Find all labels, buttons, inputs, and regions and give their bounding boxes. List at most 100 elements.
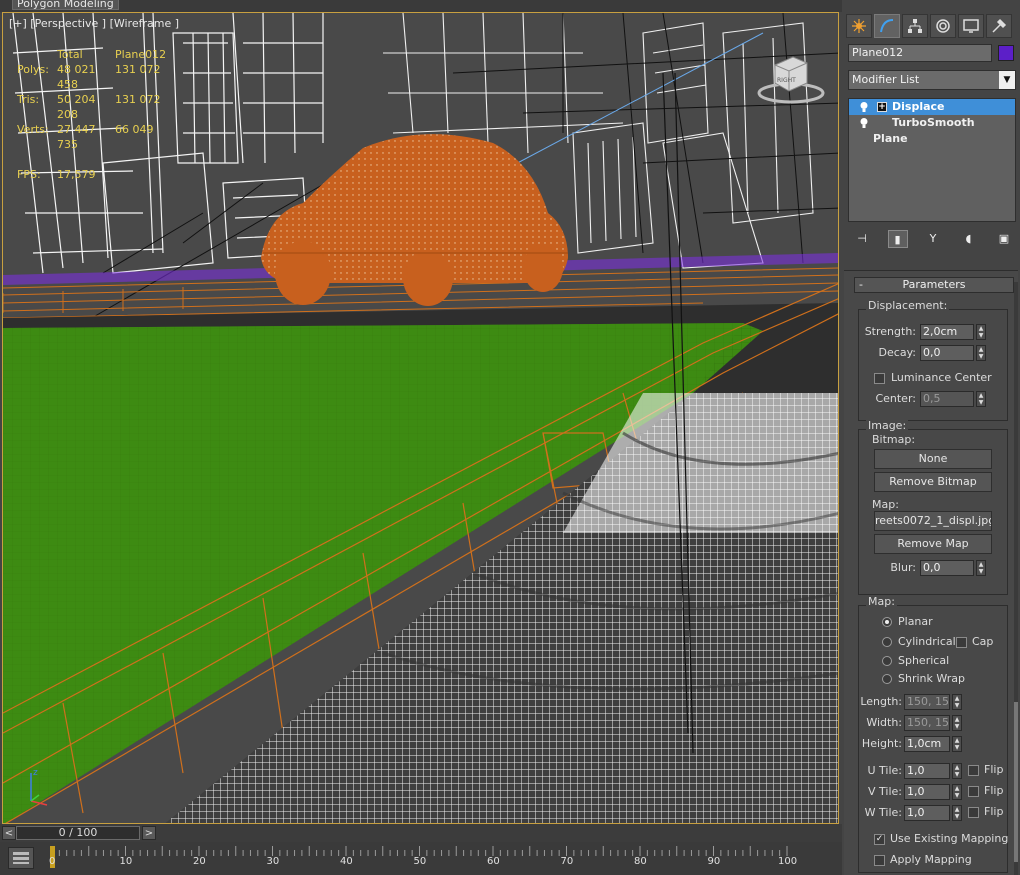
shrink-wrap-radio[interactable] xyxy=(882,674,892,684)
blur-spinner-field[interactable]: 0,0 xyxy=(920,560,974,576)
map-texture-button[interactable]: reets0072_1_displ.jpg) xyxy=(874,511,992,531)
v-flip-checkbox[interactable] xyxy=(968,786,979,797)
center-spinner-field[interactable]: 0,5 xyxy=(920,391,974,407)
w-tile-spinner-arrows[interactable]: ▲ ▼ xyxy=(952,805,962,821)
bitmap-button[interactable]: None xyxy=(874,449,992,469)
make-unique-icon[interactable]: Y xyxy=(923,230,943,248)
v-tile-spinner-arrows[interactable]: ▲ ▼ xyxy=(952,784,962,800)
width-label: Width: xyxy=(866,716,902,729)
hierarchy-tab-icon[interactable] xyxy=(902,14,928,38)
planar-label: Planar xyxy=(898,615,933,628)
stats-tris-total: 50 204 208 xyxy=(57,93,96,121)
svg-text:z: z xyxy=(33,768,38,778)
time-slider[interactable]: < 0 / 100 > xyxy=(0,824,842,842)
spherical-radio[interactable] xyxy=(882,656,892,666)
frame-tick-label: 30 xyxy=(266,856,280,867)
length-spinner-field[interactable]: 150, 15cm xyxy=(904,694,950,710)
displacement-group-label: Displacement: xyxy=(866,299,950,312)
command-panel-tabs xyxy=(846,14,1018,40)
luminance-center-checkbox[interactable] xyxy=(874,373,885,384)
chevron-down-icon[interactable]: ▼ xyxy=(999,71,1015,89)
apply-mapping-checkbox[interactable] xyxy=(874,855,885,866)
command-panel-scrollbar[interactable] xyxy=(1014,282,1018,875)
time-slider-thumb[interactable]: 0 / 100 xyxy=(16,826,140,840)
length-spinner-arrows[interactable]: ▲ ▼ xyxy=(952,694,962,710)
height-spinner-arrows[interactable]: ▲ ▼ xyxy=(952,736,962,752)
modifier-list-dropdown[interactable]: Modifier List ▼ xyxy=(848,70,1016,90)
cap-checkbox[interactable] xyxy=(956,637,967,648)
create-tab-icon[interactable] xyxy=(846,14,872,38)
w-tile-spinner-field[interactable]: 1,0 xyxy=(904,805,950,821)
perspective-viewport[interactable]: [+] [Perspective ] [Wireframe ] Total Pl… xyxy=(2,12,839,824)
stats-polys-total: 48 021 458 xyxy=(57,63,96,91)
show-end-result-icon[interactable]: ▮ xyxy=(887,230,908,248)
expand-plus-icon[interactable]: + xyxy=(877,102,887,112)
height-spinner-field[interactable]: 1,0cm xyxy=(904,736,950,752)
remove-bitmap-button[interactable]: Remove Bitmap xyxy=(874,472,992,492)
track-bar[interactable]: 0 10 20 30 40 50 60 70 80 90 100 xyxy=(0,842,842,875)
w-flip-checkbox[interactable] xyxy=(968,807,979,818)
blur-spinner-arrows[interactable]: ▲ ▼ xyxy=(976,560,986,576)
lightbulb-icon[interactable] xyxy=(859,101,869,113)
statistics-overlay: Total Plane012 Polys: 48 021 458 131 072… xyxy=(17,47,166,182)
decay-spinner-arrows[interactable]: ▲ ▼ xyxy=(976,345,986,361)
stack-item-label: TurboSmooth xyxy=(892,116,975,129)
u-flip-checkbox[interactable] xyxy=(968,765,979,776)
frame-tick-label: 60 xyxy=(487,856,500,867)
pin-stack-icon[interactable]: ⊣ xyxy=(852,230,872,248)
width-spinner-field[interactable]: 150, 15cm xyxy=(904,715,950,731)
stats-polys-selected: 131 072 xyxy=(115,63,161,76)
bitmap-label: Bitmap: xyxy=(872,433,916,446)
command-panel-scroll-thumb[interactable] xyxy=(1014,702,1018,862)
remove-modifier-icon[interactable]: ◖ xyxy=(959,230,979,248)
stack-item-turbosmooth[interactable]: TurboSmooth xyxy=(849,115,1015,131)
cylindrical-label: Cylindrical xyxy=(898,635,956,648)
frame-tick-label: 100 xyxy=(778,856,798,867)
motion-tab-icon[interactable] xyxy=(930,14,956,38)
stats-fps-value: 17,579 xyxy=(57,168,96,181)
use-existing-mapping-checkbox[interactable]: ✓ xyxy=(874,834,885,845)
time-next-button[interactable]: > xyxy=(142,826,156,840)
modifier-stack[interactable]: + Displace TurboSmooth Plane xyxy=(848,98,1016,222)
v-flip-label: Flip xyxy=(984,784,1004,797)
object-color-swatch[interactable] xyxy=(998,45,1014,61)
configure-sets-icon[interactable]: ▣ xyxy=(994,230,1014,248)
stack-item-label: Displace xyxy=(892,100,945,113)
ribbon-tab-polygon-modeling[interactable]: Polygon Modeling xyxy=(12,0,119,10)
decay-spinner-field[interactable]: 0,0 xyxy=(920,345,974,361)
use-existing-mapping-label: Use Existing Mapping xyxy=(890,832,1009,845)
remove-map-button[interactable]: Remove Map xyxy=(874,534,992,554)
utilities-tab-icon[interactable] xyxy=(986,14,1012,38)
frame-tick-label: 40 xyxy=(340,856,353,867)
w-tile-label: W Tile: xyxy=(864,806,902,819)
v-tile-spinner-field[interactable]: 1,0 xyxy=(904,784,950,800)
object-name-field[interactable]: Plane012 xyxy=(848,44,992,62)
u-flip-label: Flip xyxy=(984,763,1004,776)
time-prev-button[interactable]: < xyxy=(2,826,16,840)
modify-tab-icon[interactable] xyxy=(874,14,900,38)
stack-item-plane[interactable]: Plane xyxy=(849,131,1015,147)
cylindrical-radio[interactable] xyxy=(882,637,892,647)
parameters-rollout-header[interactable]: - Parameters xyxy=(854,277,1014,293)
stack-item-displace[interactable]: + Displace xyxy=(849,99,1015,115)
viewcube-icon[interactable]: RIGHT xyxy=(755,49,825,105)
axis-tripod-icon: z xyxy=(30,768,48,806)
display-tab-icon[interactable] xyxy=(958,14,984,38)
stats-header-object: Plane012 xyxy=(115,48,167,61)
planar-radio[interactable] xyxy=(882,617,892,627)
stats-tris-selected: 131 072 xyxy=(115,93,161,106)
u-tile-spinner-arrows[interactable]: ▲ ▼ xyxy=(952,763,962,779)
collapse-icon[interactable]: - xyxy=(859,278,863,292)
u-tile-spinner-field[interactable]: 1,0 xyxy=(904,763,950,779)
shrink-wrap-label: Shrink Wrap xyxy=(898,672,965,685)
center-spinner-arrows[interactable]: ▲ ▼ xyxy=(976,391,986,407)
strength-spinner-arrows[interactable]: ▲ ▼ xyxy=(976,324,986,340)
key-filter-icon[interactable] xyxy=(8,847,34,869)
viewport-label[interactable]: [+] [Perspective ] [Wireframe ] xyxy=(9,17,179,30)
height-label: Height: xyxy=(861,737,902,750)
command-panel: Plane012 Modifier List ▼ + Displace Turb… xyxy=(842,12,1020,875)
width-spinner-arrows[interactable]: ▲ ▼ xyxy=(952,715,962,731)
strength-spinner-field[interactable]: 2,0cm xyxy=(920,324,974,340)
lightbulb-icon[interactable] xyxy=(859,117,869,129)
rollout-title: Parameters xyxy=(902,278,966,291)
